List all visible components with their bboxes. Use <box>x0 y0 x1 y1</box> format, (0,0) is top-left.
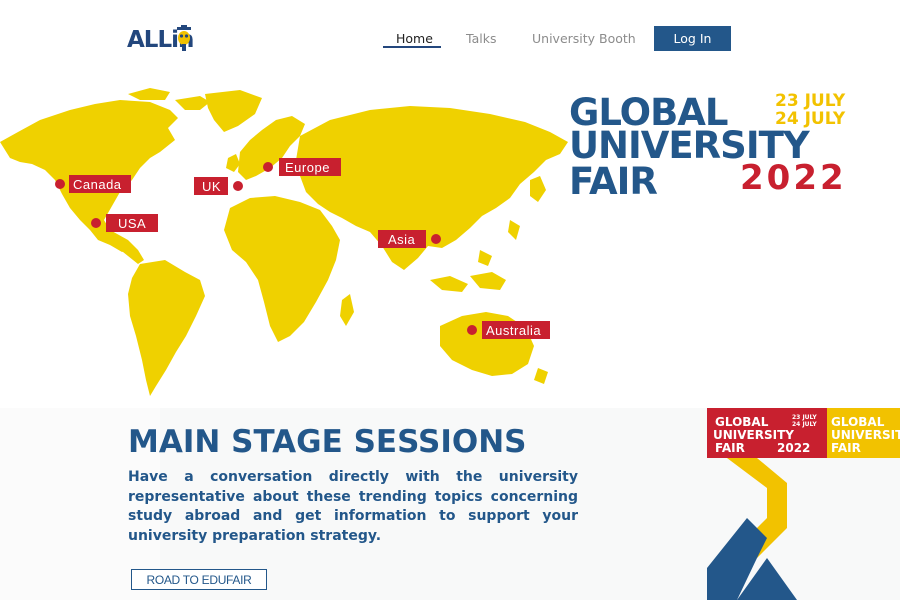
hero-banner: Canada USA UK Europe Asia Australia GLOB… <box>0 80 900 400</box>
graduate-owl-icon <box>177 25 191 51</box>
active-nav-indicator <box>383 46 441 48</box>
fair-title-fair: FAIR <box>569 160 658 203</box>
svg-text:Asia: Asia <box>388 232 416 247</box>
svg-text:USA: USA <box>118 216 146 231</box>
login-button[interactable]: Log In <box>654 26 731 51</box>
svg-text:UK: UK <box>202 179 221 194</box>
svg-text:2022: 2022 <box>777 441 810 455</box>
svg-text:23 JULY: 23 JULY <box>792 414 817 421</box>
svg-text:Canada: Canada <box>73 177 122 192</box>
svg-text:GLOBAL: GLOBAL <box>831 415 885 429</box>
nav-home[interactable]: Home <box>396 31 433 46</box>
section-description: Have a conversation directly with the un… <box>128 469 578 544</box>
main-stage-section: MAIN STAGE SESSIONS Have a conversation … <box>0 408 900 600</box>
fair-year: 2022 <box>740 158 847 198</box>
nav-talks[interactable]: Talks <box>466 31 496 46</box>
svg-text:FAIR: FAIR <box>831 441 861 455</box>
svg-text:GLOBAL: GLOBAL <box>715 415 769 429</box>
nav-university-booth[interactable]: University Booth <box>532 31 636 46</box>
svg-text:UNIVERSITY: UNIVERSITY <box>831 428 900 442</box>
road-to-edufair-button[interactable]: ROAD TO EDUFAIR <box>131 569 267 590</box>
svg-text:UNIVERSITY: UNIVERSITY <box>713 428 794 442</box>
svg-text:FAIR: FAIR <box>715 441 745 455</box>
continents <box>0 88 568 396</box>
fair-date-1: 23 JULY <box>775 91 846 111</box>
fair-ribbon-graphic: GLOBAL 23 JULY 24 JULY UNIVERSITY FAIR 2… <box>707 408 900 600</box>
svg-text:24 JULY: 24 JULY <box>792 421 817 428</box>
svg-text:Europe: Europe <box>285 160 330 175</box>
site-header: ALLin Home Talks University Booth Log In <box>0 0 900 80</box>
fair-title-graphic: GLOBAL UNIVERSITY FAIR 23 JULY 24 JULY 2… <box>569 90 869 203</box>
section-title: MAIN STAGE SESSIONS <box>128 424 527 460</box>
fair-date-2: 24 JULY <box>775 109 846 129</box>
world-map: Canada USA UK Europe Asia Australia <box>0 88 568 396</box>
allin-logo[interactable]: ALLin <box>127 23 207 57</box>
svg-text:Australia: Australia <box>486 323 541 338</box>
pin-uk[interactable]: UK <box>194 177 243 195</box>
